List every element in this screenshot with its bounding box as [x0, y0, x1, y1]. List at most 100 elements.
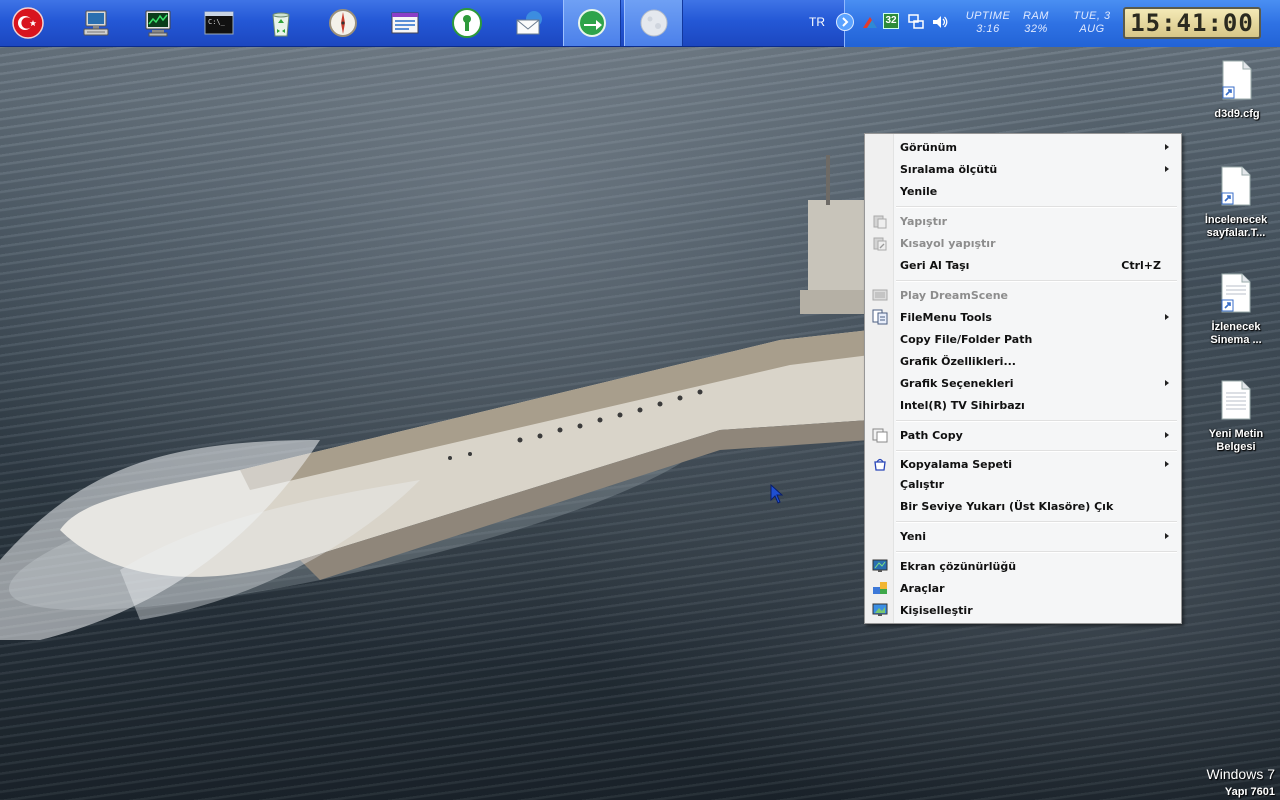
menu-item-label: Görünüm: [900, 141, 957, 154]
digital-clock[interactable]: 15:41:00: [1123, 7, 1261, 39]
menu-item-path-copy[interactable]: Path Copy: [867, 424, 1179, 446]
menu-separator: [896, 521, 1177, 523]
compass-clock-icon: [329, 9, 357, 37]
menu-item-ekran-cozunurlugu[interactable]: Ekran çözünürlüğü: [867, 555, 1179, 577]
globe-arrow-icon: [578, 9, 606, 37]
volume-speaker-icon[interactable]: [931, 13, 949, 31]
control-panel-window-launcher[interactable]: [377, 0, 433, 46]
copy-basket-icon: [874, 458, 886, 471]
keyhole-security-launcher[interactable]: [439, 0, 495, 46]
submenu-arrow-icon: [1165, 461, 1169, 467]
menu-item-label: FileMenu Tools: [900, 311, 992, 324]
compass-clock-launcher[interactable]: [315, 0, 371, 46]
menu-item-label: Kısayol yapıştır: [900, 237, 996, 250]
uptime-label: UPTIME: [965, 10, 1011, 22]
my-computer-launcher[interactable]: [68, 0, 124, 46]
date-month: AUG: [1079, 23, 1105, 35]
personalize-icon: [872, 603, 888, 616]
recycle-bin-launcher[interactable]: [253, 0, 309, 46]
menu-item-label: Yeni: [900, 530, 927, 543]
turkey-flag-launcher[interactable]: [0, 0, 56, 46]
desktop-icon-incelenecek-sayfalar[interactable]: İncelenecek sayfalar.T...: [1199, 166, 1273, 240]
desktop-icon-label: d3d9.cfg: [1214, 108, 1260, 120]
desktop-icon-label-line2: sayfalar.T...: [1206, 227, 1266, 239]
badge-number-tray-icon[interactable]: 32: [883, 13, 899, 29]
menu-item-label: Intel(R) TV Sihirbazı: [900, 399, 1025, 412]
show-hidden-icons-chevron-icon[interactable]: [835, 12, 855, 32]
ram-readout: RAM 32%: [1016, 10, 1056, 36]
menu-item-siralama-olcutu[interactable]: Sıralama ölçütü: [867, 158, 1179, 180]
path-copy-icon: [872, 428, 888, 443]
filemenu-tools-icon: [872, 309, 888, 325]
menu-separator: [896, 450, 1177, 452]
network-tray-icon[interactable]: [907, 13, 925, 31]
menu-item-label: Path Copy: [900, 429, 963, 442]
menu-item-label: Geri Al Taşı: [900, 259, 970, 272]
menu-item-shortcut: Ctrl+Z: [1121, 259, 1161, 272]
submenu-arrow-icon: [1165, 166, 1169, 172]
uptime-readout: UPTIME 3:16: [960, 10, 1016, 36]
top-launcher-bar: C:\_ TR 32 UPTIME 3:16 RAM 32% TUE, 3 AU…: [0, 0, 1280, 47]
my-computer-icon: [83, 10, 109, 36]
text-file-shortcut-icon: [1221, 273, 1251, 313]
windows-build-watermark: Yapı 7601: [1224, 786, 1275, 798]
colored-triangle-tray-icon[interactable]: [861, 14, 879, 30]
menu-item-geri-al-tasi[interactable]: Geri Al Taşı Ctrl+Z: [867, 254, 1179, 276]
date-weekday-day: TUE, 3: [1073, 10, 1111, 22]
desktop-icon-label-line1: İncelenecek: [1204, 214, 1268, 226]
screen-resolution-icon: [872, 559, 888, 572]
menu-item-label: Araçlar: [900, 582, 945, 595]
menu-item-yenile[interactable]: Yenile: [867, 180, 1179, 202]
dreamscene-icon: [872, 289, 888, 301]
menu-item-grafik-secenekleri[interactable]: Grafik Seçenekleri: [867, 372, 1179, 394]
menu-item-kisayol-yapistir[interactable]: Kısayol yapıştır: [867, 232, 1179, 254]
desktop-icon-izlenecek-sinema[interactable]: İzlenecek Sinema ...: [1199, 273, 1273, 347]
menu-item-label: Bir Seviye Yukarı (Üst Klasöre) Çık: [900, 500, 1114, 513]
menu-item-bir-seviye-yukari[interactable]: Bir Seviye Yukarı (Üst Klasöre) Çık: [867, 495, 1179, 517]
globe-arrow-launcher[interactable]: [563, 0, 621, 46]
menu-item-kisisellestir[interactable]: Kişiselleştir: [867, 599, 1179, 621]
mail-envelope-launcher[interactable]: [501, 0, 557, 46]
menu-item-gorunum[interactable]: Görünüm: [867, 136, 1179, 158]
menu-item-calistir[interactable]: Çalıştır: [867, 473, 1179, 495]
desktop-icon-yeni-metin-belgesi[interactable]: Yeni Metin Belgesi: [1199, 380, 1273, 454]
desktop-icon-label-line1: Yeni Metin: [1208, 428, 1264, 440]
ram-label: RAM: [1023, 10, 1049, 22]
network-monitor-launcher[interactable]: [130, 0, 186, 46]
menu-item-filemenu-tools[interactable]: FileMenu Tools: [867, 306, 1179, 328]
submenu-arrow-icon: [1165, 533, 1169, 539]
menu-item-araclar[interactable]: Araçlar: [867, 577, 1179, 599]
tools-icon: [873, 582, 887, 594]
date-readout[interactable]: TUE, 3 AUG: [1063, 10, 1121, 36]
menu-item-yeni[interactable]: Yeni: [867, 525, 1179, 547]
menu-item-copy-file-folder-path[interactable]: Copy File/Folder Path: [867, 328, 1179, 350]
control-panel-window-icon: [391, 12, 419, 34]
file-shortcut-icon: [1221, 166, 1251, 206]
command-prompt-launcher[interactable]: C:\_: [191, 0, 247, 46]
menu-item-grafik-ozellikleri[interactable]: Grafik Özellikleri...: [867, 350, 1179, 372]
moon-launcher[interactable]: [624, 0, 683, 46]
language-indicator[interactable]: TR: [809, 15, 825, 29]
paste-icon: [873, 215, 887, 229]
moon-icon: [640, 9, 667, 37]
menu-item-intel-tv-sihirbazi[interactable]: Intel(R) TV Sihirbazı: [867, 394, 1179, 416]
desktop-icon-label-line2: Belgesi: [1216, 441, 1256, 453]
turkey-flag-icon: [12, 7, 44, 39]
menu-separator: [896, 551, 1177, 553]
wallpaper-submarine-image: [0, 155, 870, 640]
paste-shortcut-icon: [873, 237, 887, 251]
svg-text:C:\_: C:\_: [208, 18, 226, 26]
menu-item-label: Ekran çözünürlüğü: [900, 560, 1017, 573]
menu-item-kopyalama-sepeti[interactable]: Kopyalama Sepeti: [867, 453, 1179, 475]
desktop-icon-d3d9-cfg[interactable]: d3d9.cfg: [1200, 60, 1274, 121]
text-document-icon: [1221, 380, 1251, 420]
menu-item-play-dreamscene[interactable]: Play DreamScene: [867, 284, 1179, 306]
keyhole-security-icon: [452, 8, 482, 38]
submenu-arrow-icon: [1165, 144, 1169, 150]
menu-separator: [896, 206, 1177, 208]
menu-item-label: Play DreamScene: [900, 289, 1009, 302]
menu-separator: [896, 280, 1177, 282]
menu-item-label: Kişiselleştir: [900, 604, 973, 617]
menu-item-label: Yapıştır: [900, 215, 948, 228]
menu-item-yapistir[interactable]: Yapıştır: [867, 210, 1179, 232]
